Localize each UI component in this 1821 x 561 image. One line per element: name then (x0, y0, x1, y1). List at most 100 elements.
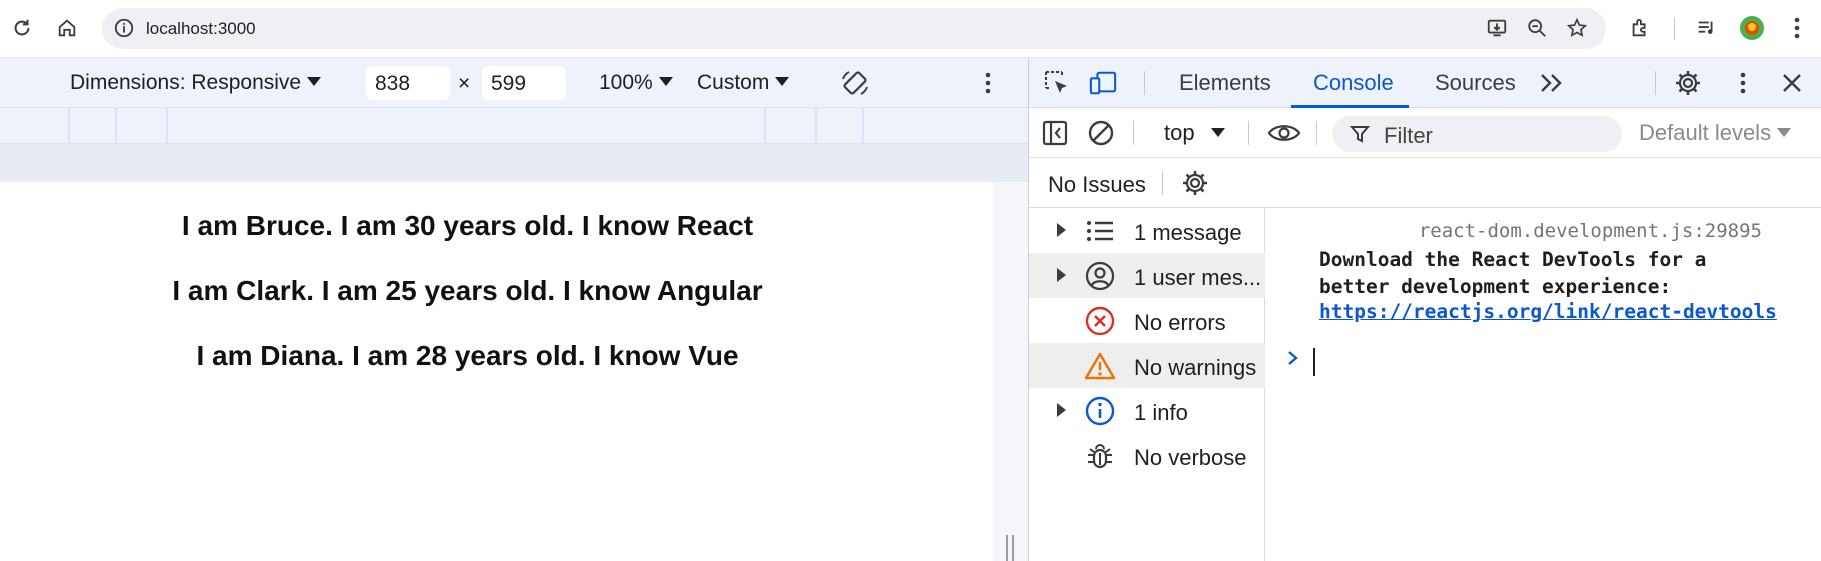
devtools-panel: Elements Console Sources top Filter Defa… (1028, 58, 1821, 561)
ruler-segment[interactable] (115, 108, 117, 144)
expand-triangle-icon[interactable] (1057, 223, 1066, 237)
site-info-icon[interactable] (110, 14, 138, 42)
console-message-text: Download the React DevTools for a better… (1319, 248, 1707, 298)
list-icon (1083, 214, 1117, 248)
sidebar-item-errors[interactable]: No errors (1029, 298, 1265, 343)
bookmark-star-icon[interactable] (1563, 14, 1591, 42)
filter-funnel-icon (1346, 120, 1374, 148)
clear-console-icon[interactable] (1087, 119, 1115, 147)
warning-icon (1083, 349, 1117, 383)
rotate-icon[interactable] (838, 66, 872, 100)
person-line: I am Bruce. I am 30 years old. I know Re… (181, 210, 754, 241)
profile-avatar-icon[interactable] (1738, 14, 1766, 42)
error-icon (1083, 304, 1117, 338)
more-tabs-icon[interactable] (1538, 69, 1566, 97)
tab-elements[interactable]: Elements (1179, 70, 1271, 96)
url-text[interactable]: localhost:3000 (146, 19, 256, 39)
device-toolbar: Dimensions: Responsive 838 × 599 100% Cu… (0, 58, 1028, 108)
dimension-separator: × (458, 72, 471, 95)
sidebar-item-info[interactable]: 1 info (1029, 388, 1265, 433)
console-input-cursor[interactable] (1313, 348, 1315, 376)
viewport-resize-track (993, 182, 1028, 561)
home-icon[interactable] (53, 14, 81, 42)
toolbar-divider (1248, 121, 1249, 145)
sidebar-toggle-icon[interactable] (1041, 119, 1069, 147)
console-messages: react-dom.development.js:29895 Download … (1265, 208, 1821, 561)
media-query-ruler[interactable] (0, 108, 1028, 144)
toolbar-divider (1133, 121, 1134, 145)
toolbar-divider (1162, 171, 1163, 195)
install-app-icon[interactable] (1483, 14, 1511, 42)
zoom-label: 100% (599, 71, 653, 94)
address-bar[interactable]: localhost:3000 (102, 8, 1606, 49)
toolbar-divider (1674, 18, 1675, 40)
resize-handle[interactable] (1003, 533, 1017, 561)
dimensions-dropdown[interactable]: Dimensions: Responsive (70, 71, 322, 95)
throttle-label: Custom (697, 71, 770, 94)
sidebar-item-verbose[interactable]: No verbose (1029, 433, 1265, 478)
ruler-segment[interactable] (815, 108, 817, 144)
sidebar-item-label: 1 info (1134, 400, 1188, 425)
context-selector[interactable]: top (1164, 120, 1225, 146)
tab-console[interactable]: Console (1313, 70, 1394, 96)
ruler-segment[interactable] (166, 108, 168, 144)
devtools-menu-icon[interactable] (1729, 69, 1757, 97)
person-line: I am Diana. I am 28 years old. I know Vu… (196, 340, 739, 371)
ruler-band (0, 144, 1028, 182)
chevron-down-icon (1210, 128, 1225, 137)
issues-link[interactable]: No Issues (1048, 172, 1146, 198)
console-sidebar: 1 message 1 user mes... No errors No war… (1029, 208, 1265, 561)
user-icon (1083, 259, 1117, 293)
browser-toolbar: localhost:3000 (0, 0, 1821, 58)
ruler-segment[interactable] (764, 108, 766, 144)
width-input[interactable]: 838 (366, 66, 450, 100)
sidebar-item-user-messages[interactable]: 1 user mes... (1029, 253, 1265, 298)
sidebar-item-label: 1 message (1134, 220, 1242, 245)
context-label: top (1164, 120, 1195, 145)
device-toggle-icon[interactable] (1089, 69, 1117, 97)
info-icon (1083, 394, 1117, 428)
expand-triangle-icon[interactable] (1057, 268, 1066, 282)
settings-gear-icon[interactable] (1674, 69, 1702, 97)
bug-icon (1083, 439, 1117, 473)
zoom-dropdown[interactable]: 100% (599, 71, 673, 95)
chevron-down-icon (1777, 128, 1792, 137)
zoom-icon[interactable] (1523, 14, 1551, 42)
devtools-tab-bar: Elements Console Sources (1029, 58, 1821, 108)
console-toolbar: top Filter Default levels (1029, 108, 1821, 158)
message-source-link[interactable]: react-dom.development.js:29895 (1419, 220, 1762, 242)
media-control-icon[interactable] (1693, 14, 1721, 42)
log-levels-label: Default levels (1639, 120, 1772, 145)
chevron-down-icon (307, 77, 322, 86)
browser-menu-icon[interactable] (1783, 14, 1811, 42)
expand-triangle-icon[interactable] (1057, 403, 1066, 417)
tab-divider (1144, 71, 1145, 95)
sidebar-item-label: No verbose (1134, 445, 1247, 470)
log-levels-dropdown[interactable]: Default levels (1639, 120, 1792, 146)
reload-icon[interactable] (8, 14, 36, 42)
console-settings-gear-icon[interactable] (1181, 169, 1209, 197)
sidebar-item-label: No errors (1134, 310, 1226, 335)
sidebar-item-messages[interactable]: 1 message (1029, 208, 1265, 253)
inspect-element-icon[interactable] (1043, 69, 1071, 97)
throttle-dropdown[interactable]: Custom (697, 71, 790, 95)
ruler-segment[interactable] (862, 108, 864, 144)
close-devtools-icon[interactable] (1778, 69, 1806, 97)
live-expression-eye-icon[interactable] (1267, 119, 1301, 147)
ruler-segment[interactable] (68, 108, 70, 144)
chevron-down-icon (775, 77, 790, 86)
devtools-download-link[interactable]: https://reactjs.org/link/react-devtools (1319, 300, 1777, 323)
tab-divider (1655, 71, 1656, 95)
height-input[interactable]: 599 (482, 66, 566, 100)
device-more-icon[interactable] (974, 69, 1002, 97)
sidebar-item-label: No warnings (1134, 355, 1257, 380)
console-prompt-icon (1287, 348, 1299, 368)
chevron-down-icon (658, 77, 673, 86)
page-viewport: I am Bruce. I am 30 years old. I know Re… (0, 182, 993, 561)
filter-placeholder: Filter (1384, 123, 1433, 148)
filter-input[interactable]: Filter (1332, 116, 1622, 152)
sidebar-item-warnings[interactable]: No warnings (1029, 343, 1265, 388)
dimensions-label: Dimensions: Responsive (70, 71, 302, 94)
extensions-icon[interactable] (1626, 14, 1654, 42)
tab-sources[interactable]: Sources (1435, 70, 1516, 96)
